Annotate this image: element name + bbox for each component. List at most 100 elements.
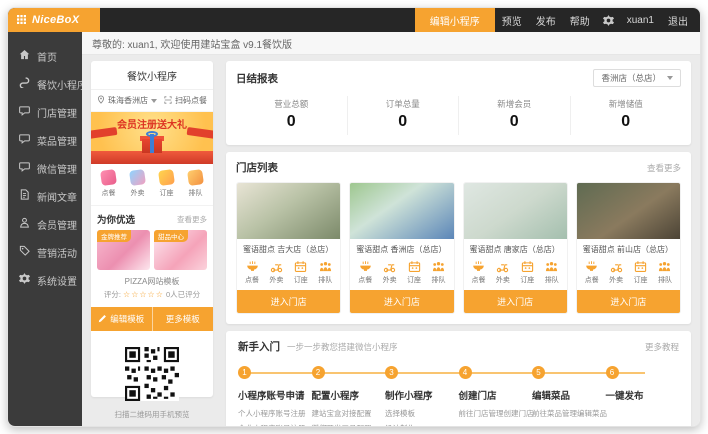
scan-order-button[interactable]: 扫码点餐 [164, 95, 207, 106]
sidebar-item-dish-management[interactable]: 菜品管理 [8, 126, 82, 154]
step-number-badge: 1 [238, 366, 251, 379]
edit-mini-program-button[interactable]: 编辑小程序 [415, 8, 495, 32]
feature-dine[interactable]: 点餐 [245, 260, 259, 285]
recommend-tag: 甜品中心 [154, 230, 188, 242]
recommend-image-right[interactable]: 甜品中心 [154, 230, 207, 270]
feature-delivery[interactable]: 外卖 [383, 260, 397, 285]
sidebar-item-system-settings[interactable]: 系统设置 [8, 266, 82, 294]
feature-dine[interactable]: 点餐 [472, 260, 486, 285]
feature-queue[interactable]: 排队 [431, 260, 445, 285]
guide-step-4: 4 创建门店 前往门店管理创建门店 [459, 366, 533, 427]
feature-delivery[interactable]: 外卖 [496, 260, 510, 285]
recommend-image-left[interactable]: 金牌推荐 [97, 230, 150, 270]
quick-actions-row: 点餐 外卖 订座 排队 [91, 164, 213, 206]
dine-illustration-icon [100, 169, 117, 186]
sidebar-item-member-management[interactable]: 会员管理 [8, 210, 82, 238]
feature-booking[interactable]: 订座 [520, 260, 534, 285]
store-photo[interactable] [464, 183, 567, 239]
more-tutorials-link[interactable]: 更多教程 [645, 341, 679, 353]
recommend-more-link[interactable]: 查看更多 [177, 214, 207, 225]
stat-value: 0 [571, 113, 682, 131]
store-photo[interactable] [350, 183, 453, 239]
logout-link[interactable]: 退出 [661, 8, 700, 32]
sidebar-item-home[interactable]: 首页 [8, 42, 82, 70]
feature-dine[interactable]: 点餐 [585, 260, 599, 285]
home-icon [19, 49, 30, 63]
step-item-link[interactable]: 设计制作 [385, 423, 455, 427]
quick-action-label: 排队 [189, 188, 203, 198]
step-item-link[interactable]: 微信开发工具配置 [312, 423, 382, 427]
sidebar-item-store-management[interactable]: 门店管理 [8, 98, 82, 126]
store-location-selector[interactable]: 珠海香洲店 [97, 95, 157, 106]
step-item-link[interactable]: 企业小程序账号注册、认证 [238, 423, 308, 427]
queue-icon [319, 260, 332, 273]
preview-location-row: 珠海香洲店 扫码点餐 [91, 90, 213, 112]
store-photo[interactable] [577, 183, 680, 239]
member-gift-banner[interactable]: 会员注册送大礼 [91, 112, 213, 164]
feature-queue[interactable]: 排队 [545, 260, 559, 285]
step-title: 制作小程序 [385, 388, 455, 402]
feature-queue[interactable]: 排队 [318, 260, 332, 285]
quick-action-dine[interactable]: 点餐 [101, 170, 116, 198]
star-rating-icons[interactable]: ☆☆☆☆☆ [123, 290, 164, 299]
store-filter-select[interactable]: 香洲店（总店） [593, 69, 681, 87]
template-buttons: 编辑模板 更多模板 [91, 307, 213, 331]
top-bar: NiceBoX 编辑小程序 预览 发布 帮助 xuan1 退出 [8, 8, 700, 32]
store-name: 蜜语甜点 吉大店（总店） [237, 239, 340, 257]
enter-store-button[interactable]: 进入门店 [237, 290, 340, 313]
step-item-link[interactable]: 建站宝盒对接配置 [312, 408, 382, 419]
step-title: 一键发布 [606, 388, 676, 402]
chevron-down-icon [151, 99, 157, 103]
feature-booking[interactable]: 订座 [634, 260, 648, 285]
guide-step-3: 3 制作小程序 选择模板 设计制作 [385, 366, 459, 427]
feature-dine[interactable]: 点餐 [358, 260, 372, 285]
step-item-link[interactable]: 选择模板 [385, 408, 455, 419]
feature-booking[interactable]: 订座 [294, 260, 308, 285]
more-templates-button[interactable]: 更多模板 [153, 307, 214, 331]
stat-value: 0 [236, 113, 347, 131]
step-item-link[interactable]: 个人小程序账号注册 [238, 408, 308, 419]
store-photo[interactable] [237, 183, 340, 239]
qr-caption: 扫描二维码用手机预览 [115, 409, 190, 420]
quick-action-booking[interactable]: 订座 [159, 170, 174, 198]
quick-action-delivery[interactable]: 外卖 [130, 170, 145, 198]
feature-delivery[interactable]: 外卖 [609, 260, 623, 285]
enter-store-button[interactable]: 进入门店 [350, 290, 453, 313]
sidebar-item-label: 营销活动 [37, 245, 77, 260]
feature-label: 点餐 [472, 275, 486, 285]
enter-store-button[interactable]: 进入门店 [464, 290, 567, 313]
sidebar-item-restaurant-miniprogram[interactable]: 餐饮小程序 [8, 70, 82, 98]
right-column: 日结报表 香洲店（总店） 营业总额 0 [226, 61, 691, 427]
feature-label: 外卖 [609, 275, 623, 285]
feature-label: 排队 [658, 275, 672, 285]
edit-template-button[interactable]: 编辑模板 [91, 307, 153, 331]
sidebar-item-news-articles[interactable]: 新闻文章 [8, 182, 82, 210]
step-item-link[interactable]: 前往菜品管理编辑菜品 [532, 408, 602, 419]
settings-gear-icon[interactable] [597, 8, 620, 32]
publish-link[interactable]: 发布 [529, 8, 563, 32]
store-list-more-link[interactable]: 查看更多 [647, 162, 681, 174]
step-number-badge: 6 [606, 366, 619, 379]
guide-steps: 1 小程序账号申请 个人小程序账号注册 企业小程序账号注册、认证 微信公众号注册… [238, 366, 679, 427]
step-item-link[interactable]: 前往门店管理创建门店 [459, 408, 529, 419]
sidebar-item-marketing[interactable]: 营销活动 [8, 238, 82, 266]
sidebar-item-label: 菜品管理 [37, 133, 77, 148]
stat-new-members: 新增会员 0 [459, 96, 571, 135]
template-name: PIZZA网站模板 [91, 276, 213, 287]
feature-queue[interactable]: 排队 [658, 260, 672, 285]
sidebar-item-wechat-management[interactable]: 微信管理 [8, 154, 82, 182]
preview-link[interactable]: 预览 [495, 8, 529, 32]
app-logo[interactable]: NiceBoX [8, 8, 100, 32]
enter-store-button[interactable]: 进入门店 [577, 290, 680, 313]
dine-icon [472, 260, 485, 273]
help-link[interactable]: 帮助 [563, 8, 597, 32]
mini-program-icon [19, 77, 30, 91]
queue-icon [545, 260, 558, 273]
quick-action-label: 订座 [160, 188, 174, 198]
quick-action-queue[interactable]: 排队 [188, 170, 203, 198]
username-label[interactable]: xuan1 [620, 8, 661, 32]
feature-booking[interactable]: 订座 [407, 260, 421, 285]
app-window: NiceBoX 编辑小程序 预览 发布 帮助 xuan1 退出 首页 餐饮小程序… [7, 7, 701, 427]
feature-delivery[interactable]: 外卖 [269, 260, 283, 285]
guide-step-1: 1 小程序账号申请 个人小程序账号注册 企业小程序账号注册、认证 微信公众号注册… [238, 366, 312, 427]
